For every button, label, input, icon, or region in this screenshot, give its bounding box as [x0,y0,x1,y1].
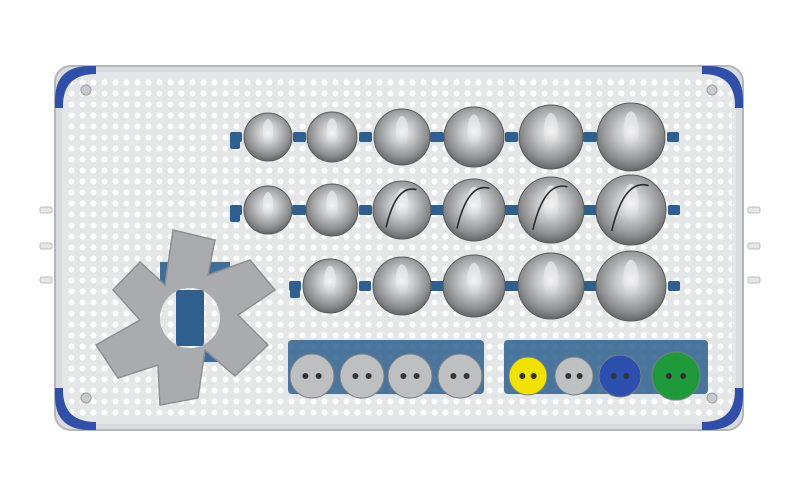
ball-holder-clip [504,281,516,291]
ball-holder-clip [583,132,595,142]
trial-ball[interactable] [443,106,505,168]
colored-disc[interactable] [289,353,335,399]
tray-scene [39,65,761,431]
ball-holder-clip [359,205,371,215]
ball-holder-clip [668,205,680,215]
ball-row-end-cap [230,206,240,222]
colored-disc[interactable] [651,351,701,401]
ball-holder-clip [505,132,517,142]
ball-holder-clip [359,281,371,291]
trial-ball[interactable] [305,183,359,237]
ball-holder-clip [668,281,680,291]
trial-ball[interactable] [372,256,432,316]
trial-ball[interactable] [596,102,666,172]
trial-ball[interactable] [442,254,506,318]
ball-holder-clip [292,205,304,215]
trial-ball[interactable] [243,185,293,235]
trial-ball[interactable] [306,111,358,163]
colored-disc[interactable] [598,354,642,398]
ball-row-end-cap [230,133,240,149]
ball-holder-clip [667,132,679,142]
ball-holder-clip [360,132,372,142]
trial-ball[interactable] [373,108,431,166]
trial-ball[interactable] [518,104,584,170]
trial-ball[interactable] [302,258,358,314]
colored-disc[interactable] [554,356,594,396]
trial-ball[interactable] [517,252,585,320]
trial-ball[interactable] [442,178,506,242]
ball-holder-clip [430,132,442,142]
colored-disc[interactable] [339,353,385,399]
colored-disc[interactable] [508,356,548,396]
trial-ball[interactable] [595,174,667,246]
ball-row-end-cap [290,282,300,298]
ball-holder-clip [504,205,516,215]
colored-disc[interactable] [387,353,433,399]
trial-ball[interactable] [243,112,293,162]
trial-ball[interactable] [517,176,585,244]
ball-rows [230,102,680,322]
colored-disc[interactable] [437,353,483,399]
trial-ball[interactable] [595,250,667,322]
ball-holder-clip [293,132,305,142]
trial-ball[interactable] [372,180,432,240]
